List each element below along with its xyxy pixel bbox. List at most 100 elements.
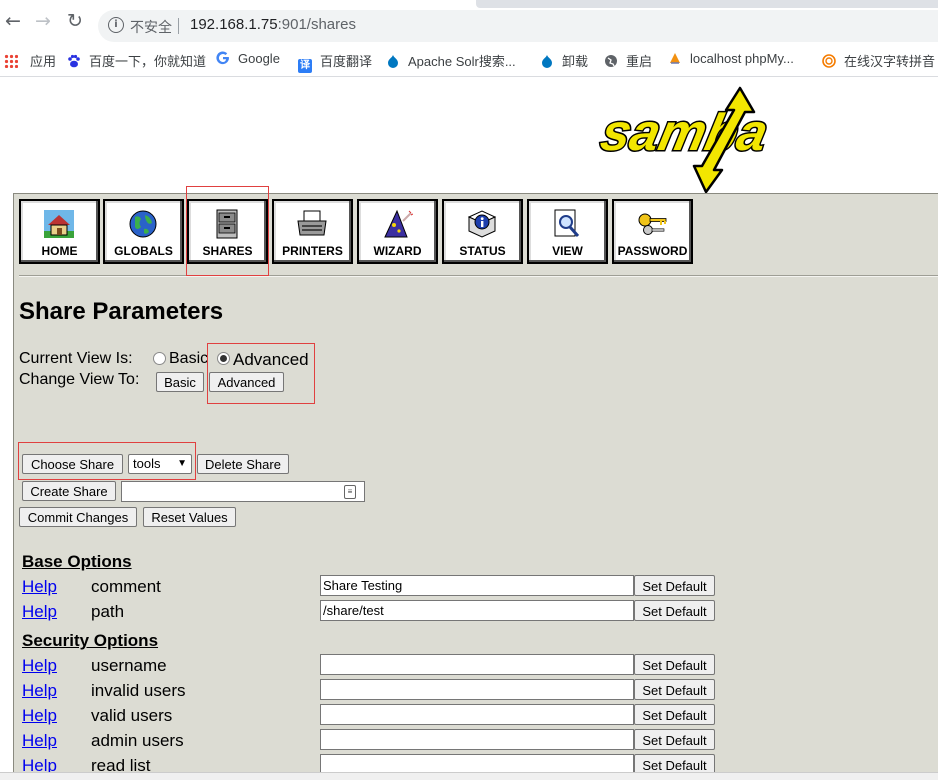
info-icon[interactable]: i — [108, 17, 124, 33]
nav-shares-button[interactable]: SHARES — [187, 199, 268, 264]
param-name: path — [91, 602, 125, 621]
bookmark-label: 百度翻译 — [320, 54, 373, 69]
page-title: Share Parameters — [19, 298, 224, 325]
bookmark-baidu[interactable]: 百度一下，你就知道 — [67, 51, 206, 70]
advanced-view-button[interactable]: Advanced — [209, 372, 284, 392]
url-text[interactable]: 192.168.1.75:901/shares — [190, 16, 356, 33]
dropdown-arrow-icon: ▼ — [177, 458, 187, 469]
set-default-button[interactable]: Set Default — [634, 575, 715, 596]
nav-home-button[interactable]: HOME — [19, 199, 100, 264]
set-default-button[interactable]: Set Default — [634, 600, 715, 621]
help-link[interactable]: Help — [22, 656, 57, 676]
url-host: 192.168.1.75 — [190, 16, 278, 33]
reset-values-button[interactable]: Reset Values — [143, 507, 236, 527]
set-default-button[interactable]: Set Default — [634, 704, 715, 725]
bookmark-uninstall[interactable]: 卸载 — [540, 51, 588, 70]
set-default-button[interactable]: Set Default — [634, 654, 715, 675]
back-arrow-icon[interactable]: ← — [2, 10, 24, 32]
insecure-label: 不安全 — [130, 19, 172, 35]
bookmark-label: 卸载 — [562, 54, 589, 69]
commit-changes-button[interactable]: Commit Changes — [19, 507, 137, 527]
nav-label: SHARES — [202, 244, 253, 258]
nav-wizard-button[interactable]: WIZARD — [357, 199, 438, 264]
param-name: valid users — [91, 706, 173, 725]
url-path: :901/shares — [277, 16, 356, 33]
param-comment-input[interactable]: Share Testing — [320, 575, 634, 596]
param-name: invalid users — [91, 681, 186, 700]
info-book-icon — [467, 210, 497, 238]
address-bar[interactable]: i 不安全 192.168.1.75:901/shares — [98, 10, 938, 42]
reload-icon[interactable]: ↻ — [64, 10, 86, 32]
nav-label: WIZARD — [373, 244, 422, 258]
browser-toolbar: ← → ↻ i 不安全 192.168.1.75:901/shares — [0, 0, 938, 42]
nav-label: PRINTERS — [282, 244, 343, 258]
nav-label: GLOBALS — [114, 244, 173, 258]
choose-share-button[interactable]: Choose Share — [22, 454, 123, 474]
param-name: admin users — [91, 731, 184, 750]
set-default-button[interactable]: Set Default — [634, 729, 715, 750]
nav-status-button[interactable]: STATUS — [442, 199, 523, 264]
view-advanced-radio[interactable] — [217, 352, 230, 365]
bookmark-phpmyadmin[interactable]: localhost phpMy... — [668, 51, 794, 66]
param-admin-users-input[interactable] — [320, 729, 634, 750]
create-share-button[interactable]: Create Share — [22, 481, 116, 501]
bookmark-google[interactable]: Google — [216, 51, 280, 66]
home-icon — [44, 210, 74, 238]
current-view-label: Current View Is: — [19, 350, 133, 367]
nav-label: VIEW — [552, 244, 583, 258]
delete-share-button[interactable]: Delete Share — [197, 454, 289, 474]
nav-label: PASSWORD — [617, 244, 688, 258]
share-select[interactable]: tools ▼ — [128, 454, 192, 474]
globe-icon — [129, 210, 157, 238]
help-link[interactable]: Help — [22, 731, 57, 751]
samba-logo: samba — [594, 86, 775, 194]
help-link[interactable]: Help — [22, 577, 57, 597]
nav-password-button[interactable]: PASSWORD — [612, 199, 693, 264]
nav-view-button[interactable]: VIEW — [527, 199, 608, 264]
spiral-icon — [822, 54, 836, 68]
phpmyadmin-sail-icon — [670, 53, 680, 64]
bookmark-baidu-translate[interactable]: 译百度翻译 — [298, 51, 372, 73]
view-advanced-label: Advanced — [233, 350, 309, 369]
bookmark-label: 百度一下，你就知道 — [89, 54, 207, 69]
param-invalid-users-input[interactable] — [320, 679, 634, 700]
set-default-button[interactable]: Set Default — [634, 679, 715, 700]
change-view-label: Change View To: — [19, 371, 140, 388]
file-cabinet-icon — [216, 209, 238, 239]
help-link[interactable]: Help — [22, 602, 57, 622]
bookmark-apache-solr[interactable]: Apache Solr搜索... — [386, 51, 516, 70]
bookmark-apps[interactable]: 应用 — [4, 51, 56, 70]
bookmark-label: Google — [238, 51, 280, 66]
param-name: username — [91, 656, 167, 675]
view-basic-radio[interactable] — [153, 352, 166, 365]
section-security-options: Security Options — [22, 631, 159, 650]
share-select-value: tools — [133, 456, 161, 471]
view-basic-label: Basic — [169, 350, 207, 367]
param-name: comment — [91, 577, 161, 596]
globe-icon — [605, 55, 617, 67]
magnifier-doc-icon — [554, 209, 580, 237]
help-link[interactable]: Help — [22, 706, 57, 726]
basic-view-button[interactable]: Basic — [156, 372, 204, 392]
nav-globals-button[interactable]: GLOBALS — [103, 199, 184, 264]
baidu-paw-icon — [68, 54, 80, 68]
param-path-input[interactable]: /share/test — [320, 600, 634, 621]
apps-grid-icon — [4, 54, 18, 68]
help-link[interactable]: Help — [22, 681, 57, 701]
nav-printers-button[interactable]: PRINTERS — [272, 199, 353, 264]
drupal-drop-icon — [542, 55, 552, 68]
input-keyboard-icon: ≡ — [344, 485, 356, 499]
nav-label: STATUS — [459, 244, 506, 258]
google-g-icon — [216, 51, 229, 65]
bookmark-restart[interactable]: 重启 — [604, 51, 652, 70]
bookmark-label: localhost phpMy... — [690, 51, 794, 66]
create-share-input[interactable]: ≡ — [121, 481, 365, 502]
param-valid-users-input[interactable] — [320, 704, 634, 725]
printer-icon — [297, 210, 327, 236]
keys-icon — [638, 213, 667, 235]
bookmark-label: 应用 — [30, 54, 57, 69]
forward-arrow-icon[interactable]: → — [32, 10, 54, 32]
bookmarks-bar: 应用 百度一下，你就知道 Google 译百度翻译 Apache Solr搜索.… — [0, 44, 938, 77]
param-username-input[interactable] — [320, 654, 634, 675]
bookmark-pinyin[interactable]: 在线汉字转拼音 — [822, 51, 935, 70]
